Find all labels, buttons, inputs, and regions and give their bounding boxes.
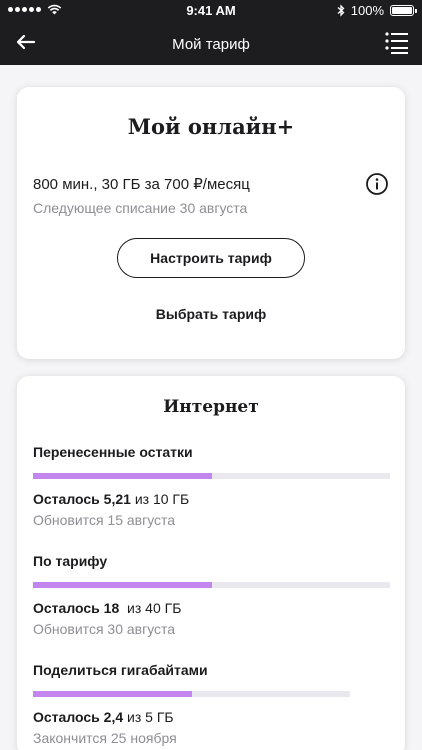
page-title: Мой тариф (172, 36, 250, 53)
renew-date: Обновится 30 августа (33, 621, 176, 637)
item-label: По тарифу (33, 553, 108, 569)
internet-card: Интернет Перенесенные остатки Осталось 5… (17, 376, 405, 750)
item-label: Поделиться гигабайтами (33, 662, 208, 678)
expire-date: Закончится 25 ноября (33, 730, 177, 746)
remaining-amount: Осталось 5,21 из 10 ГБ (33, 491, 190, 507)
renew-date: Обновится 15 августа (33, 512, 176, 528)
plan-name: Мой онлайн+ (127, 114, 295, 139)
progress-bar (33, 582, 390, 588)
progress-fill (33, 473, 212, 479)
battery-percent: 100% (350, 3, 384, 18)
bluetooth-icon (337, 4, 345, 17)
next-charge: Следующее списание 30 августа (33, 200, 248, 216)
header: Мой тариф (0, 22, 422, 65)
menu-list-icon[interactable] (384, 29, 410, 55)
remaining-amount: Осталось 18 из 40 ГБ (33, 600, 182, 616)
remaining-amount: Осталось 2,4 из 5 ГБ (33, 709, 174, 725)
list-item: Поделиться гигабайтами Осталось 2,4 из 5… (33, 662, 350, 746)
info-icon[interactable] (365, 172, 389, 196)
status-bar: 9:41 AM 100% (0, 0, 422, 22)
top-bar: 9:41 AM 100% Мой тариф (0, 0, 422, 65)
progress-fill (33, 582, 212, 588)
item-label: Перенесенные остатки (33, 444, 193, 460)
list-item: Перенесенные остатки Осталось 5,21 из 10… (33, 444, 390, 528)
list-item: По тарифу Осталось 18 из 40 ГБ Обновится… (33, 553, 390, 637)
battery-icon (390, 5, 417, 16)
status-right: 100% (337, 3, 417, 18)
plan-card: Мой онлайн+ 800 мин., 30 ГБ за 700 ₽/мес… (17, 87, 405, 359)
choose-plan-button[interactable]: Выбрать тариф (17, 306, 405, 322)
progress-bar (33, 473, 390, 479)
progress-bar (33, 691, 350, 697)
plan-price: 800 мин., 30 ГБ за 700 ₽/месяц (33, 176, 250, 193)
configure-plan-button[interactable]: Настроить тариф (117, 238, 305, 278)
progress-fill (33, 691, 192, 697)
internet-title: Интернет (163, 397, 259, 417)
